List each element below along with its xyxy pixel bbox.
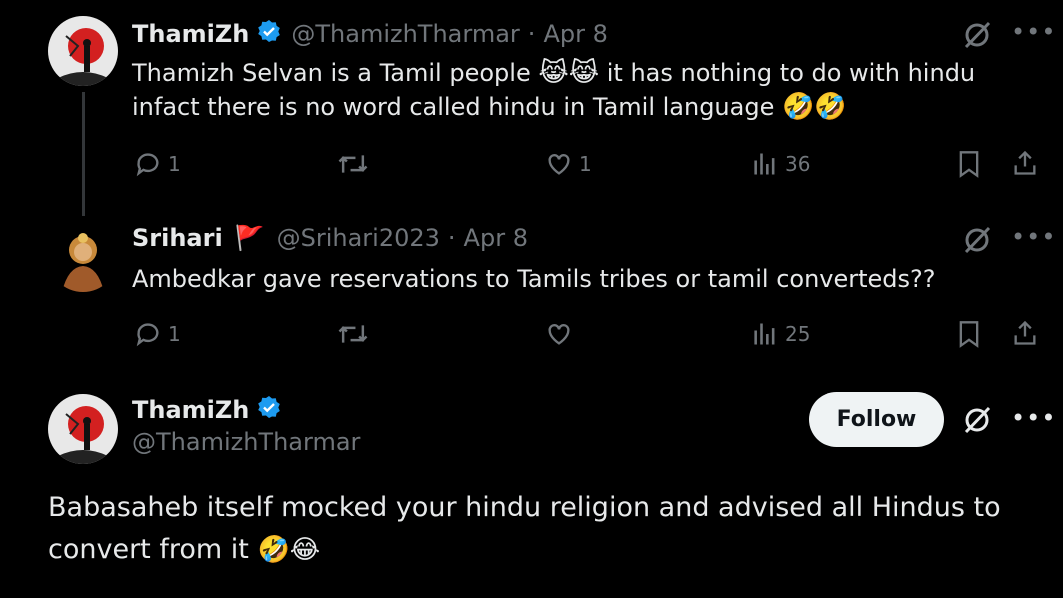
repost-icon — [338, 325, 368, 343]
avatar[interactable] — [48, 222, 118, 292]
view-count: 36 — [785, 152, 811, 176]
more-options-icon[interactable]: ••• — [1011, 223, 1056, 251]
avatar[interactable] — [48, 394, 118, 464]
display-name[interactable]: Srihari — [132, 224, 223, 252]
bookmark-icon — [959, 151, 979, 178]
more-options-icon[interactable]: ••• — [1011, 404, 1056, 432]
views-button[interactable]: 25 — [751, 320, 810, 348]
bookmark-button[interactable] — [956, 320, 982, 348]
reply-icon — [136, 153, 159, 177]
post-header: Srihari 🚩 @Srihari2023 · Apr 8 — [132, 224, 528, 252]
bookmark-button[interactable] — [956, 150, 982, 178]
post-text: Babasaheb itself mocked your hindu relig… — [48, 492, 1001, 565]
post-text-line: Thamizh Selvan is a Tamil people — [132, 59, 531, 87]
grok-icon[interactable] — [962, 20, 992, 50]
separator-dot: · — [447, 224, 456, 252]
separator-dot: · — [527, 20, 536, 48]
handle[interactable]: @ThamizhTharmar — [291, 20, 519, 48]
repost-icon — [338, 155, 368, 173]
reply-count: 1 — [168, 322, 181, 346]
verified-badge-icon — [257, 395, 281, 425]
thread-connector-line — [82, 92, 85, 216]
follow-button[interactable]: Follow — [809, 392, 944, 447]
post-text-line: it has nothing to do with hindu — [606, 59, 976, 87]
like-count: 1 — [579, 152, 592, 176]
grok-icon[interactable] — [962, 225, 992, 255]
share-icon — [1014, 320, 1036, 345]
reply-button[interactable]: 1 — [134, 320, 181, 348]
reply-count: 1 — [168, 152, 181, 176]
post-date[interactable]: Apr 8 — [543, 20, 607, 48]
verified-badge-icon — [257, 19, 281, 49]
share-button[interactable] — [1011, 319, 1039, 347]
reply-button[interactable]: 1 — [134, 150, 181, 178]
share-icon — [1014, 150, 1036, 175]
views-icon — [754, 153, 775, 175]
post-header: ThamiZh — [132, 395, 291, 425]
emoji: 🤣😂 — [257, 535, 321, 565]
views-button[interactable]: 36 — [751, 150, 810, 178]
repost-button[interactable] — [337, 320, 369, 348]
display-name[interactable]: ThamiZh — [132, 396, 249, 424]
post-text: Thamizh Selvan is a Tamil people 😹😹 it h… — [132, 56, 975, 124]
main-post-text: Babasaheb itself mocked your hindu relig… — [48, 487, 1038, 571]
grok-icon[interactable] — [962, 405, 992, 435]
handle[interactable]: @ThamizhTharmar — [132, 428, 360, 456]
display-name[interactable]: ThamiZh — [132, 20, 249, 48]
like-button[interactable] — [545, 320, 573, 348]
handle[interactable]: @Srihari2023 — [277, 224, 440, 252]
emoji: 🤣🤣 — [782, 92, 847, 122]
heart-icon — [548, 324, 570, 345]
views-icon — [754, 323, 775, 345]
post-text-line: infact there is no word called hindu in … — [132, 93, 775, 121]
repost-button[interactable] — [337, 150, 369, 178]
heart-icon — [548, 154, 570, 175]
avatar[interactable] — [48, 16, 118, 86]
post-date[interactable]: Apr 8 — [464, 224, 528, 252]
share-button[interactable] — [1011, 149, 1039, 177]
post-header: ThamiZh @ThamizhTharmar · Apr 8 — [132, 19, 608, 49]
bookmark-icon — [959, 321, 979, 348]
like-button[interactable]: 1 — [545, 150, 592, 178]
emoji: 😹😹 — [538, 58, 600, 88]
view-count: 25 — [785, 322, 811, 346]
post-text: Ambedkar gave reservations to Tamils tri… — [132, 265, 936, 293]
reply-icon — [136, 323, 159, 347]
flag-emoji: 🚩 — [234, 224, 265, 252]
more-options-icon[interactable]: ••• — [1011, 18, 1056, 46]
